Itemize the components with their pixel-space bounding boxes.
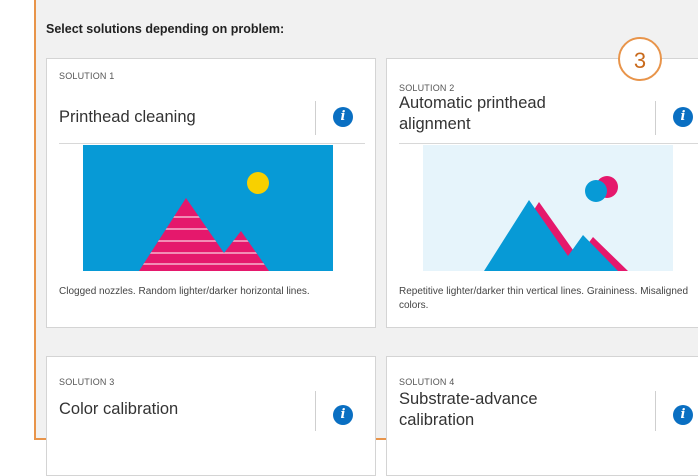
printhead-cleaning-illustration xyxy=(83,145,333,271)
printhead-alignment-illustration xyxy=(423,145,673,271)
solutions-panel: Select solutions depending on problem: S… xyxy=(34,0,698,476)
solution-title: Automatic printhead alignment xyxy=(399,94,546,133)
solution-title: Substrate-advance calibration xyxy=(399,390,538,429)
solution-title: Printhead cleaning xyxy=(59,108,196,126)
solution-label: SOLUTION 2 xyxy=(399,83,455,93)
solution-description: Clogged nozzles. Random lighter/darker h… xyxy=(59,286,310,297)
solution-label: SOLUTION 4 xyxy=(399,377,455,387)
solution-label: SOLUTION 1 xyxy=(59,71,115,81)
info-icon[interactable]: i xyxy=(673,107,693,127)
info-icon[interactable]: i xyxy=(333,107,353,127)
solution-card-2[interactable]: SOLUTION 2 Automatic printhead alignment… xyxy=(386,58,698,328)
solution-card-1[interactable]: SOLUTION 1 Printhead cleaning i Clogged … xyxy=(46,58,376,328)
solution-card-4[interactable]: SOLUTION 4 Substrate-advance calibration… xyxy=(386,356,698,476)
solution-card-3[interactable]: SOLUTION 3 Color calibration i xyxy=(46,356,376,476)
prompt-text: Select solutions depending on problem: xyxy=(46,22,285,36)
info-icon[interactable]: i xyxy=(673,405,693,425)
step-callout: 3 xyxy=(618,37,662,81)
solution-title: Color calibration xyxy=(59,400,179,418)
info-icon[interactable]: i xyxy=(333,405,353,425)
solution-description: Repetitive lighter/darker thin vertical … xyxy=(399,286,689,311)
solution-label: SOLUTION 3 xyxy=(59,377,115,387)
